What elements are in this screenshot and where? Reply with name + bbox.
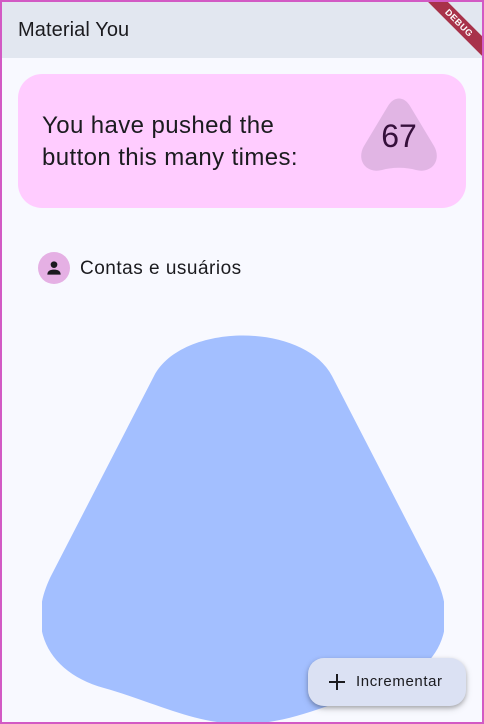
account-row[interactable]: Contas e usuários — [38, 252, 338, 286]
counter-message: You have pushed the button this many tim… — [42, 112, 298, 171]
plus-icon — [329, 674, 345, 690]
app-bar: Material You — [2, 2, 482, 58]
person-icon — [47, 261, 61, 275]
counter-badge: 67 — [358, 98, 440, 174]
increment-button-label: Incrementar — [356, 673, 443, 690]
counter-card: You have pushed the button this many tim… — [18, 74, 466, 208]
account-label: Contas e usuários — [80, 258, 242, 279]
app-title: Material You — [18, 19, 130, 41]
avatar — [38, 252, 70, 284]
app-frame: Material You DEBUG You have pushed the b… — [0, 0, 484, 724]
increment-button[interactable]: Incrementar — [308, 658, 466, 706]
counter-value: 67 — [381, 118, 417, 154]
